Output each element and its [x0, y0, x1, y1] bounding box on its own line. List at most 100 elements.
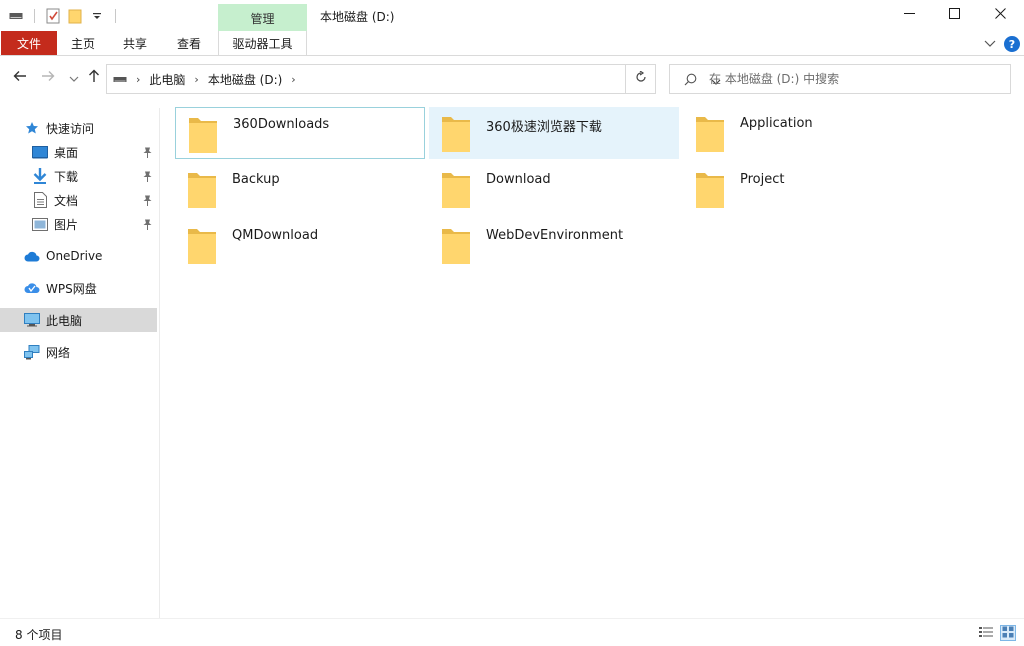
- document-icon: [32, 192, 48, 208]
- breadcrumb-local-disk-d[interactable]: 本地磁盘 (D:): [208, 71, 282, 88]
- folder-name: QMDownload: [232, 228, 319, 243]
- breadcrumb-this-pc[interactable]: 此电脑: [149, 71, 185, 88]
- sidebar-item-label: 下载: [54, 169, 79, 184]
- breadcrumb-separator-icon[interactable]: ›: [291, 73, 295, 86]
- folder-name: 360Downloads: [233, 117, 330, 132]
- cloud-icon: [24, 248, 40, 264]
- tab-drive-tools[interactable]: 驱动器工具: [218, 31, 307, 55]
- refresh-button[interactable]: [626, 64, 656, 94]
- folder-icon: [189, 118, 217, 153]
- drive-icon[interactable]: [8, 8, 24, 24]
- folder-item[interactable]: QMDownload: [175, 219, 425, 271]
- folder-name: WebDevEnvironment: [486, 228, 624, 243]
- new-folder-icon[interactable]: [67, 8, 83, 24]
- pin-icon[interactable]: [141, 169, 153, 183]
- close-button[interactable]: [977, 0, 1023, 30]
- pin-icon[interactable]: [141, 193, 153, 207]
- sidebar-item-this-pc[interactable]: 此电脑: [0, 308, 157, 332]
- large-icons-view-button[interactable]: [1000, 625, 1016, 641]
- ribbon-expand-button[interactable]: [984, 34, 996, 54]
- pin-icon[interactable]: [141, 145, 153, 159]
- drive-icon: [113, 74, 127, 84]
- search-input[interactable]: [709, 72, 999, 86]
- large-icons-view-icon: [1002, 626, 1014, 641]
- back-button[interactable]: [10, 68, 30, 88]
- sidebar-item-label: OneDrive: [46, 249, 103, 263]
- title-bar: 管理 本地磁盘 (D:): [0, 0, 1024, 32]
- window-title: 本地磁盘 (D:): [320, 10, 395, 24]
- folder-name: Backup: [232, 172, 280, 187]
- address-bar[interactable]: › 此电脑 › 本地磁盘 (D:) ›: [106, 64, 721, 94]
- folder-item[interactable]: Download: [429, 163, 679, 215]
- sidebar-item-label: 桌面: [54, 145, 79, 160]
- folder-item[interactable]: WebDevEnvironment: [429, 219, 679, 271]
- navigation-pane: 快速访问 桌面 下载 文档 图片 OneDrive WPS网盘 此电脑 网络: [0, 108, 160, 618]
- sidebar-item-wps-cloud[interactable]: WPS网盘: [0, 276, 157, 300]
- quick-access-toolbar: [8, 6, 120, 26]
- folder-item[interactable]: Application: [683, 107, 933, 159]
- close-icon: [994, 8, 1006, 22]
- sidebar-item-pictures[interactable]: 图片: [0, 212, 157, 236]
- sidebar-item-network[interactable]: 网络: [0, 340, 157, 364]
- sidebar-item-downloads[interactable]: 下载: [0, 164, 157, 188]
- refresh-icon: [635, 70, 647, 87]
- file-explorer-window: 管理 本地磁盘 (D:) 文件 主页 共享 查看 驱动器工具 ? › 此电脑 ›…: [0, 0, 1024, 646]
- recent-locations-button[interactable]: [64, 68, 84, 88]
- item-count: 8 个项目: [15, 628, 63, 642]
- star-icon: [24, 120, 40, 136]
- folder-item[interactable]: 360Downloads: [175, 107, 425, 159]
- sidebar-item-label: 快速访问: [46, 121, 95, 136]
- minimize-button[interactable]: [886, 0, 932, 30]
- sidebar-item-onedrive[interactable]: OneDrive: [0, 244, 157, 268]
- properties-icon[interactable]: [45, 8, 61, 24]
- pin-icon[interactable]: [141, 217, 153, 231]
- sidebar-item-documents[interactable]: 文档: [0, 188, 157, 212]
- folder-icon: [696, 173, 724, 208]
- folder-item[interactable]: Backup: [175, 163, 425, 215]
- back-arrow-icon: [13, 70, 27, 86]
- sidebar-item-label: 网络: [46, 345, 71, 360]
- details-view-icon: [979, 626, 993, 641]
- folder-icon: [188, 229, 216, 264]
- details-view-button[interactable]: [978, 625, 994, 641]
- folder-icon: [696, 117, 724, 152]
- tab-view[interactable]: 查看: [166, 31, 212, 55]
- sidebar-item-quick-access[interactable]: 快速访问: [0, 116, 157, 140]
- tab-share[interactable]: 共享: [112, 31, 158, 55]
- folder-item[interactable]: 360极速浏览器下载: [429, 107, 679, 159]
- sidebar-item-desktop[interactable]: 桌面: [0, 140, 157, 164]
- customize-qat-icon[interactable]: [89, 8, 105, 24]
- folder-name: 360极速浏览器下载: [486, 120, 602, 135]
- forward-arrow-icon: [41, 70, 55, 86]
- qat-separator: [34, 9, 35, 23]
- folder-icon: [442, 229, 470, 264]
- download-icon: [32, 168, 48, 184]
- up-arrow-icon: [88, 69, 100, 87]
- qat-separator: [115, 9, 116, 23]
- manage-tool-group-label: 管理: [218, 4, 307, 32]
- sidebar-item-label: 文档: [54, 193, 79, 208]
- breadcrumb-separator-icon[interactable]: ›: [194, 73, 198, 86]
- desktop-icon: [32, 144, 48, 160]
- folder-name: Project: [740, 172, 785, 187]
- breadcrumb-separator-icon[interactable]: ›: [136, 73, 140, 86]
- search-box[interactable]: [669, 64, 1011, 94]
- navigation-bar: › 此电脑 › 本地磁盘 (D:) ›: [0, 62, 1024, 94]
- up-button[interactable]: [84, 68, 104, 88]
- sidebar-item-label: 此电脑: [46, 313, 83, 328]
- tab-file[interactable]: 文件: [1, 31, 57, 55]
- network-icon: [24, 344, 40, 360]
- folder-item[interactable]: Project: [683, 163, 933, 215]
- tab-home[interactable]: 主页: [60, 31, 106, 55]
- recent-locations-icon: [69, 70, 79, 86]
- forward-button[interactable]: [38, 68, 58, 88]
- status-bar: 8 个项目: [0, 618, 1024, 646]
- sidebar-item-label: WPS网盘: [46, 281, 97, 296]
- file-list: 360Downloads 360极速浏览器下载 Application Back…: [161, 102, 1024, 618]
- minimize-icon: [903, 8, 915, 22]
- help-icon: ?: [1004, 36, 1020, 52]
- help-button[interactable]: ?: [1004, 34, 1020, 54]
- maximize-button[interactable]: [931, 0, 977, 30]
- folder-name: Application: [740, 116, 813, 131]
- ribbon-tab-bar: 文件 主页 共享 查看 驱动器工具: [0, 31, 1024, 56]
